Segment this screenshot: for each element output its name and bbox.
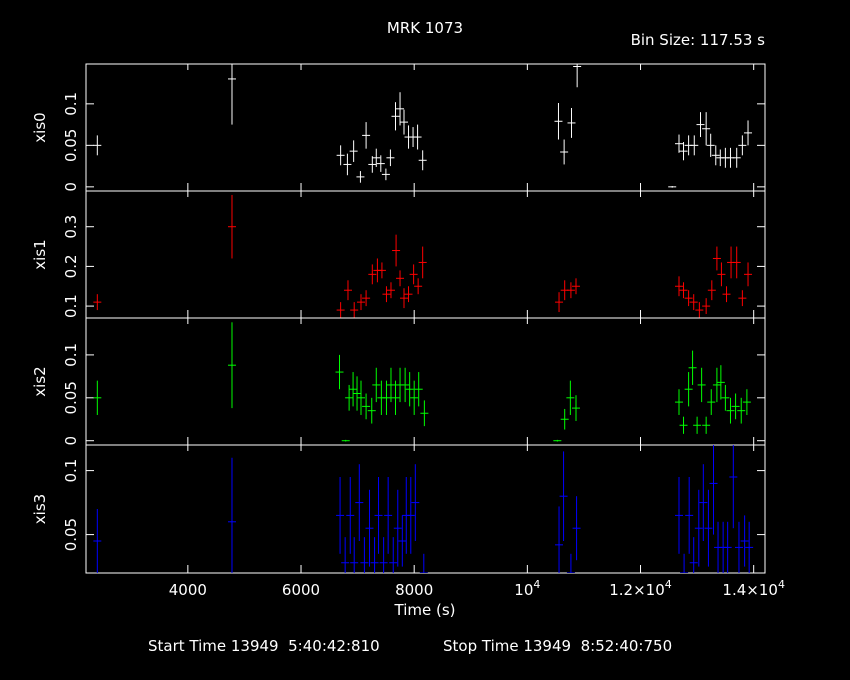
chart-title: MRK 1073 (387, 19, 463, 37)
y-tick-label: 0.05 (62, 381, 80, 414)
series-xis0 (93, 64, 753, 188)
x-axis: 4000 6000 8000 104 1.2×104 1.4×104 (169, 578, 785, 599)
panel-xis0: 0 0.05 0.1 xis0 (31, 63, 766, 192)
y-tick-label: 0.05 (62, 518, 80, 551)
x-tick-label: 104 (514, 578, 540, 599)
panel-label-xis0: xis0 (31, 112, 49, 142)
start-time-label: Start Time 13949 5:40:42:810 (148, 637, 380, 655)
x-tick-label: 6000 (282, 581, 320, 599)
stop-time-label: Stop Time 13949 8:52:40:750 (443, 637, 672, 655)
panel-xis1: 0.1 0.2 0.3 xis1 (31, 190, 766, 319)
y-tick-label: 0.05 (62, 129, 80, 162)
x-tick-label: 1.2×104 (609, 578, 672, 599)
series-xis1 (93, 194, 753, 318)
y-tick-label: 0.1 (62, 92, 80, 116)
panel-frame (85, 444, 766, 574)
y-tick-label: 0.1 (62, 343, 80, 367)
panel-xis2: 0 0.05 0.1 xis2 (31, 317, 766, 446)
y-tick-label: 0 (62, 182, 80, 192)
x-axis-label: Time (s) (394, 601, 456, 619)
y-tick-label: 0.1 (62, 294, 80, 318)
x-tick-label: 1.4×104 (722, 578, 785, 599)
series-xis2 (93, 322, 751, 442)
panel-label-xis3: xis3 (31, 494, 49, 524)
panel-xis3: 0.05 0.1 xis3 (31, 444, 766, 574)
panel-frame (85, 63, 766, 192)
panel-label-xis1: xis1 (31, 239, 49, 269)
panel-frame (85, 317, 766, 446)
bin-size-label: Bin Size: 117.53 s (631, 31, 766, 49)
panel-frame (85, 190, 766, 319)
y-tick-label: 0.1 (62, 459, 80, 483)
panel-label-xis2: xis2 (31, 366, 49, 396)
light-curve-chart: MRK 1073 Bin Size: 117.53 s 0 0.05 0.1 xis0… (31, 19, 785, 655)
series-xis3 (93, 445, 754, 573)
y-tick-label: 0 (62, 436, 80, 446)
x-tick-label: 4000 (169, 581, 207, 599)
y-tick-label: 0.3 (62, 215, 80, 239)
chart-panels: 0 0.05 0.1 xis0 0.1 0.2 0.3 xis1 0 0.05 0.1 xis2 0.0… (31, 63, 766, 574)
x-tick-label: 8000 (395, 581, 433, 599)
y-tick-label: 0.2 (62, 254, 80, 278)
